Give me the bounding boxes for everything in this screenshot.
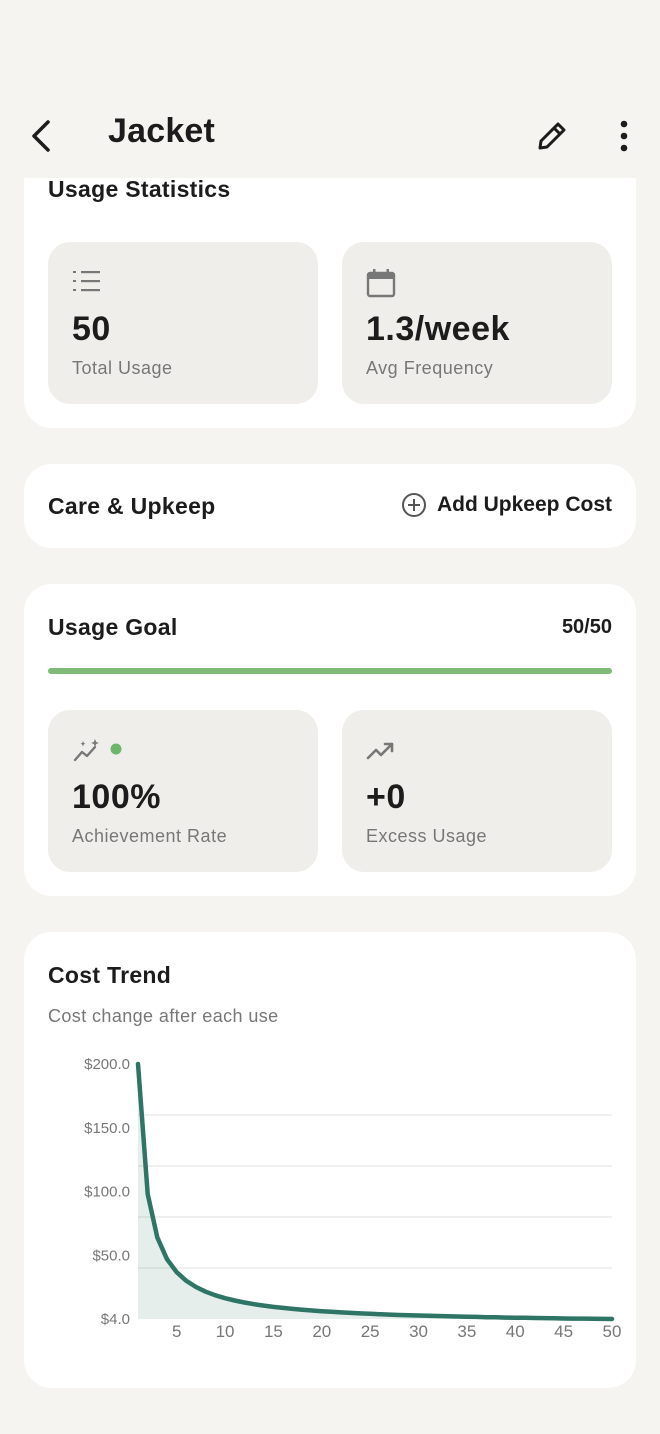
total-usage-label: Total Usage [72, 358, 173, 378]
back-button[interactable] [26, 116, 62, 156]
add-circle-icon [401, 493, 426, 517]
y-tick-label: $4.0 [101, 1311, 130, 1328]
x-tick-label: 30 [409, 1322, 428, 1341]
achievement-rate-tile: 100% Achievement Rate [48, 710, 318, 872]
excess-usage-tile: +0 Excess Usage [342, 710, 612, 872]
achievement-rate-label: Achievement Rate [72, 826, 228, 846]
x-tick-label: 5 [172, 1322, 181, 1341]
total-usage-tile: 50 Total Usage [48, 242, 318, 404]
edit-button[interactable] [534, 118, 570, 154]
chevron-left-icon [32, 120, 50, 152]
y-tick-label: $100.0 [84, 1184, 130, 1201]
status-dot-icon [110, 743, 122, 755]
series-line [135, 1061, 615, 1322]
x-tick-label: 15 [264, 1322, 283, 1341]
x-tick-label: 35 [457, 1322, 476, 1341]
x-tick-label: 25 [361, 1322, 380, 1341]
y-tick-label: $200.0 [84, 1056, 130, 1073]
x-tick-label: 50 [603, 1322, 622, 1341]
excess-usage-label: Excess Usage [366, 826, 488, 846]
add-upkeep-cost-button[interactable]: Add Upkeep Cost [401, 492, 612, 518]
calendar-icon [366, 269, 396, 298]
x-tick-label: 40 [506, 1322, 525, 1341]
add-upkeep-cost-label: Add Upkeep Cost [436, 493, 612, 516]
usage-goal-card: Usage Goal 50/50 100% Achievement Rate +… [24, 584, 636, 896]
achievement-rate-value: 100% [72, 778, 161, 816]
cost-trend-chart: $4.0 $50.0 $100.0 $150.0 $200.0 5 10 15 20 25 30 35… [84, 1056, 622, 1341]
excess-usage-value: +0 [366, 778, 406, 816]
goal-progress-bar [48, 668, 612, 674]
pencil-icon [538, 122, 566, 150]
more-vertical-icon [620, 120, 628, 152]
numbered-list-icon [73, 271, 100, 292]
goal-progress-fill [48, 668, 612, 674]
y-tick-label: $50.0 [92, 1247, 130, 1264]
x-tick-label: 20 [312, 1322, 331, 1341]
total-usage-value: 50 [72, 310, 111, 348]
sparkle-chart-icon [73, 739, 99, 762]
more-options-button[interactable] [610, 118, 638, 154]
series-area [138, 1064, 612, 1319]
care-upkeep-title: Care & Upkeep [48, 493, 216, 519]
avg-frequency-value: 1.3/week [366, 310, 510, 348]
avg-frequency-label: Avg Frequency [366, 358, 494, 378]
cost-trend-card: Cost Trend Cost change after each use $4… [24, 932, 636, 1388]
usage-goal-title: Usage Goal [48, 614, 178, 640]
avg-frequency-tile: 1.3/week Avg Frequency [342, 242, 612, 404]
app-bar: Jacket [0, 0, 660, 178]
usage-goal-count: 50/50 [561, 616, 612, 638]
usage-statistics-title: Usage Statistics [48, 176, 231, 202]
care-upkeep-card: Care & Upkeep Add Upkeep Cost [24, 464, 636, 548]
y-tick-label: $150.0 [84, 1120, 130, 1137]
x-tick-label: 45 [554, 1322, 573, 1341]
page-title: Jacket [108, 112, 216, 150]
x-tick-label: 10 [216, 1322, 235, 1341]
trending-up-icon [366, 742, 394, 760]
